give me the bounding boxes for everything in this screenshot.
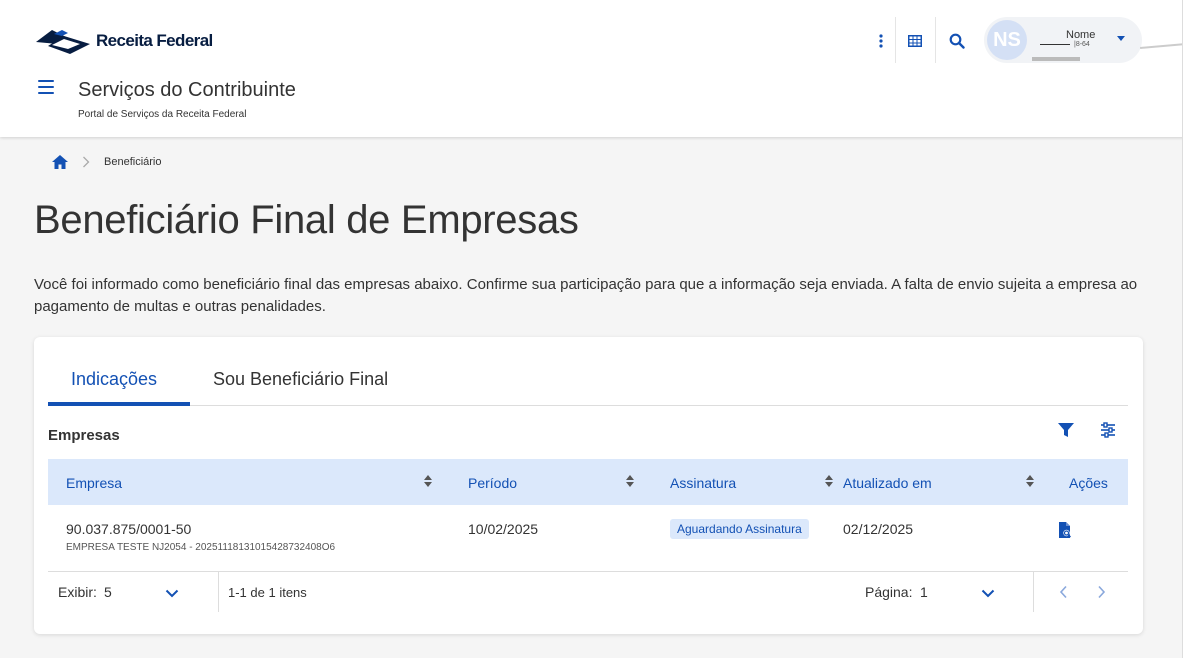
column-header-empresa[interactable]: Empresa [66, 475, 122, 491]
header-divider [895, 17, 896, 63]
avatar: NS [987, 20, 1027, 60]
beneficiary-card: Indicações Sou Beneficiário Final Empres… [34, 337, 1143, 634]
table-title: Empresas [48, 427, 120, 444]
receita-federal-logo[interactable]: Receita Federal [34, 26, 213, 56]
site-title: Serviços do Contribuinte [78, 79, 296, 101]
sort-icon[interactable] [1026, 475, 1034, 487]
items-count: 1-1 de 1 itens [228, 585, 307, 600]
menu-icon[interactable] [38, 80, 54, 94]
page-description: Você foi informado como beneficiário fin… [34, 276, 1138, 315]
page-size-label: Exibir: [58, 584, 97, 600]
user-id: |8-64 [1074, 41, 1090, 48]
footer-divider [218, 572, 219, 612]
redaction-line [1040, 44, 1070, 45]
tab-sou-beneficiario-final[interactable]: Sou Beneficiário Final [213, 369, 388, 390]
chevron-down-icon[interactable] [165, 589, 179, 598]
row-cnpj: 90.037.875/0001-50 [66, 521, 192, 537]
column-header-acoes: Ações [1069, 475, 1108, 491]
chevron-down-icon[interactable] [981, 589, 995, 598]
home-icon[interactable] [52, 155, 68, 169]
redaction-bar [1032, 57, 1080, 61]
window-edge [1182, 0, 1186, 658]
page-label: Página: [865, 584, 913, 600]
sort-icon[interactable] [424, 475, 432, 487]
user-menu[interactable]: NS Nome |8-64 [984, 17, 1142, 63]
header-divider [935, 17, 936, 63]
apps-grid-icon[interactable] [900, 26, 930, 56]
site-subtitle: Portal de Serviços da Receita Federal [78, 109, 247, 120]
chevron-right-icon[interactable] [1097, 585, 1106, 599]
filter-icon[interactable] [1058, 422, 1074, 443]
row-atualizado-em: 02/12/2025 [843, 521, 914, 537]
active-tab-indicator [48, 402, 190, 406]
table-row: 90.037.875/0001-50 EMPRESA TESTE NJ2054 … [48, 505, 1128, 572]
user-name: Nome [1066, 29, 1096, 41]
row-company-name: EMPRESA TESTE NJ2054 - 20251118131015428… [66, 542, 336, 553]
page-number[interactable]: 1 [920, 584, 928, 600]
page-size-value[interactable]: 5 [104, 584, 112, 600]
footer-divider [1033, 572, 1034, 612]
receita-federal-emblem-icon [36, 30, 90, 54]
breadcrumb-item: Beneficiário [104, 156, 162, 168]
table-header: Empresa Período Assinatura Atualizado em… [48, 459, 1128, 505]
row-periodo: 10/02/2025 [468, 521, 539, 537]
status-badge: Aguardando Assinatura [670, 519, 809, 539]
chevron-left-icon[interactable] [1059, 585, 1068, 599]
chevron-right-icon [83, 156, 90, 168]
column-header-assinatura[interactable]: Assinatura [670, 475, 736, 491]
table-pagination: Exibir: 5 1-1 de 1 itens Página: 1 [48, 572, 1128, 614]
page-title: Beneficiário Final de Empresas [34, 198, 579, 242]
kebab-icon[interactable] [866, 26, 896, 56]
logo-text: Receita Federal [96, 31, 213, 50]
sort-icon[interactable] [825, 475, 833, 487]
breadcrumb: Beneficiário [52, 155, 161, 169]
sort-icon[interactable] [626, 475, 634, 487]
column-header-periodo[interactable]: Período [468, 475, 517, 491]
caret-down-icon [1117, 36, 1125, 41]
document-search-icon[interactable] [1058, 522, 1072, 544]
column-settings-icon[interactable] [1100, 422, 1116, 443]
search-icon[interactable] [942, 26, 972, 56]
tab-indicacoes[interactable]: Indicações [71, 369, 157, 390]
tab-bar: Indicações Sou Beneficiário Final [48, 365, 1128, 406]
site-header: Receita Federal Serviços do Contribuinte… [0, 0, 1186, 137]
column-header-atualizado-em[interactable]: Atualizado em [843, 475, 932, 491]
